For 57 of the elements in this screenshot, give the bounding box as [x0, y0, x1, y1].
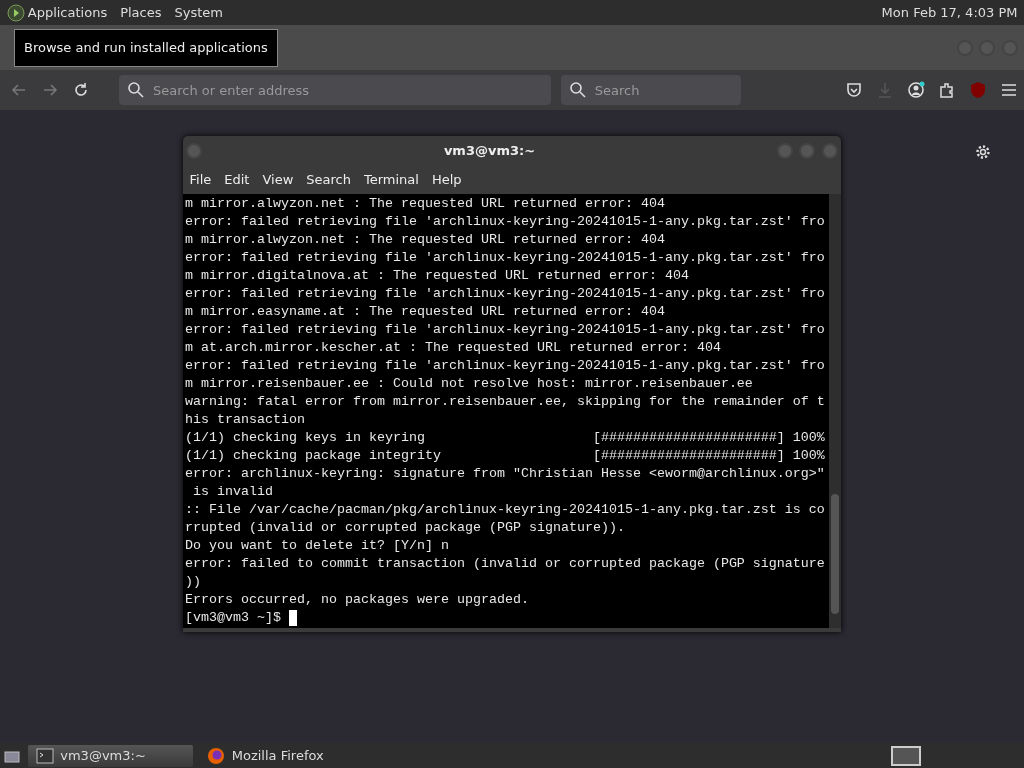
minimize-button[interactable] [776, 143, 793, 159]
scrollbar[interactable] [829, 194, 841, 628]
terminal-line: :: File /var/cache/pacman/pkg/archlinux-keyring-20241015-1-any.pkg.tar.zst is co [185, 501, 826, 519]
account-icon[interactable] [906, 81, 925, 99]
terminal-line: m mirror.alwyzon.net : The requested URL returned error: 404 [185, 195, 666, 213]
terminal-cursor [289, 610, 297, 626]
search-icon [127, 81, 145, 99]
window-title: vm3@vm3:~ [442, 142, 537, 161]
terminal-line: rrupted (invalid or corrupted package (PGP signature)). [185, 519, 626, 537]
menu-item[interactable]: Search [306, 170, 351, 190]
terminal-line: his transaction [185, 411, 306, 429]
terminal-prompt: [vm3@vm3 ~]$ [185, 609, 281, 627]
terminal-line: m at.arch.mirror.kescher.at : The requested URL returned error: 404 [185, 339, 722, 357]
settings-icon[interactable] [974, 143, 992, 161]
menu-item[interactable]: Edit [224, 170, 250, 190]
terminal-line: m mirror.alwyzon.net : The requested URL returned error: 404 [185, 231, 666, 249]
panel-menu[interactable]: Places [120, 2, 162, 23]
pocket-icon[interactable] [844, 81, 863, 99]
terminal-line: error: failed to commit transaction (invalid or corrupted package (PGP signature [185, 555, 826, 573]
maximize-button[interactable] [799, 143, 816, 159]
terminal-line: m mirror.digitalnova.at : The requested URL returned error: 404 [185, 267, 690, 285]
workspace-switcher[interactable] [890, 745, 921, 766]
clock[interactable]: Mon Feb 17, 4:03 PM [881, 2, 1018, 23]
terminal-line: m mirror.reisenbauer.ee : Could not resolve host: mirror.reisenbauer.ee [185, 375, 754, 393]
terminal-line: )) [185, 573, 202, 591]
search-icon [568, 81, 587, 99]
terminal-line: warning: fatal error from mirror.reisenbauer.ee, skipping for the remainder of t [185, 393, 826, 411]
terminal-line: Errors occurred, no packages were upgraded. [185, 591, 530, 609]
menu-item[interactable]: Terminal [364, 170, 419, 190]
taskbar-button[interactable]: Mozilla Firefox [199, 744, 332, 767]
menu-item[interactable]: File [189, 170, 212, 190]
panel-menu[interactable]: Applications [27, 2, 108, 23]
menu-item[interactable]: Help [431, 170, 462, 190]
terminal-line: (1/1) checking package integrity [######################] 100% [185, 447, 826, 465]
app-menu-icon[interactable] [6, 3, 25, 22]
terminal-line: Do you want to delete it? [Y/n] n [185, 537, 450, 555]
terminal-line: error: failed retrieving file 'archlinux-keyring-20241015-1-any.pkg.tar.zst' fro [185, 249, 826, 267]
search-field[interactable]: Search [560, 75, 741, 105]
puzzle-icon[interactable] [937, 81, 956, 99]
panel-menu[interactable]: System [174, 2, 223, 23]
terminal-icon [35, 746, 54, 765]
terminal-line: error: failed retrieving file 'archlinux-keyring-20241015-1-any.pkg.tar.zst' fro [185, 213, 826, 231]
terminal-line: (1/1) checking keys in keyring [######################] 100% [185, 429, 826, 447]
terminal-line: error: failed retrieving file 'archlinux-keyring-20241015-1-any.pkg.tar.zst' fro [185, 321, 826, 339]
close-button[interactable] [821, 143, 838, 159]
address-field[interactable]: Search or enter address [119, 75, 551, 105]
terminal-line: is invalid [192, 483, 274, 501]
tooltip: Browse and run installed applications [14, 29, 278, 67]
terminal-line: m mirror.easyname.at : The requested URL returned error: 404 [185, 303, 666, 321]
window-menu-button[interactable] [186, 143, 203, 159]
menu-item[interactable]: View [262, 170, 294, 190]
menu-icon[interactable] [999, 81, 1018, 99]
taskbar-button[interactable]: vm3@vm3:~ [27, 744, 193, 767]
terminal-line: error: failed retrieving file 'archlinux-keyring-20241015-1-any.pkg.tar.zst' fro [185, 285, 826, 303]
terminal-line: error: failed retrieving file 'archlinux-keyring-20241015-1-any.pkg.tar.zst' fro [185, 357, 826, 375]
browser-icon [207, 746, 226, 765]
terminal-line: error: archlinux-keyring: signature from "Christian Hesse <eworm@archlinux.org>" [185, 465, 826, 483]
